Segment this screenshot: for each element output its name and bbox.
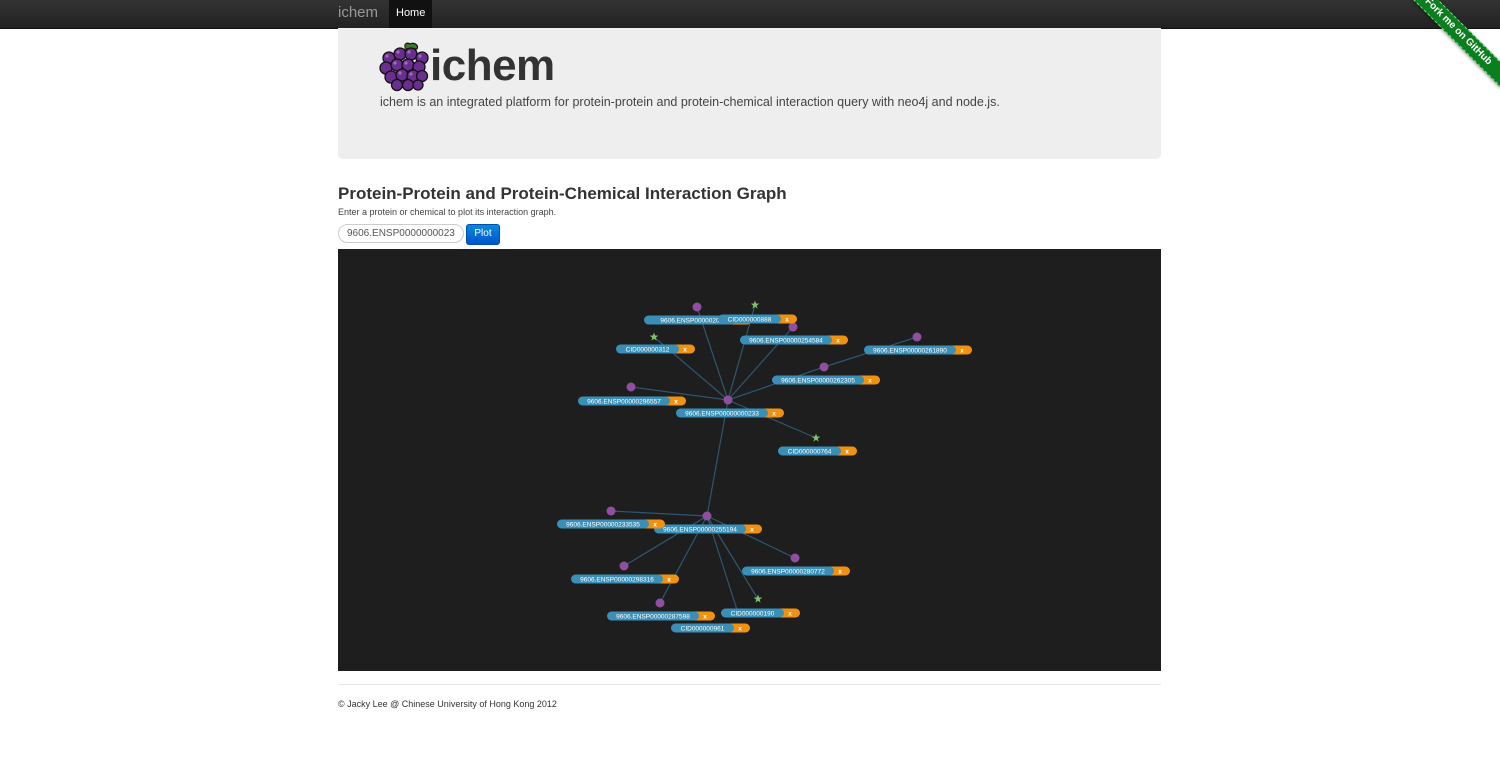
- github-ribbon-wrapper: Fork me on GitHub: [1400, 0, 1500, 100]
- protein-node[interactable]: [702, 511, 712, 521]
- node-label-text: 9606.ENSP00000280772: [751, 568, 825, 575]
- remove-node-button[interactable]: x: [772, 410, 776, 417]
- node-label-text: 9606.ENSP00000262305: [781, 377, 855, 384]
- node-label-text: 9606.ENSP0000020: [660, 317, 720, 324]
- remove-node-button[interactable]: x: [785, 316, 789, 323]
- hero-title: ichem: [430, 41, 555, 90]
- nav-home[interactable]: Home: [389, 0, 433, 28]
- remove-node-button[interactable]: x: [788, 610, 792, 617]
- grapes-logo-icon: [379, 42, 429, 92]
- node-label[interactable]: CID000000190 x: [721, 608, 800, 618]
- node-label-text: 9606.ENSP00000296557: [587, 398, 661, 405]
- node-label[interactable]: CID000000888 x: [718, 314, 797, 324]
- graph-edge: [727, 399, 817, 439]
- node-label-text: CID000000764: [788, 448, 832, 455]
- node-label[interactable]: 9606.ENSP00000298316 x: [571, 574, 679, 584]
- protein-node[interactable]: [723, 395, 733, 405]
- fork-me-ribbon[interactable]: Fork me on GitHub: [1402, 0, 1500, 88]
- protein-node[interactable]: [619, 561, 629, 571]
- node-label[interactable]: CID000000312 x: [616, 344, 695, 354]
- remove-node-button[interactable]: x: [868, 377, 872, 384]
- chemical-star-icon[interactable]: [811, 433, 821, 442]
- node-label[interactable]: CID000000961 x: [671, 623, 750, 633]
- node-label[interactable]: 9606.ENSP00000262305 x: [772, 375, 880, 385]
- protein-node[interactable]: [606, 506, 616, 516]
- node-label-text: 9606.ENSP00000298316: [580, 576, 654, 583]
- hero-description: ichem is an integrated platform for prot…: [380, 95, 1000, 109]
- footer-text: © Jacky Lee @ Chinese University of Hong…: [338, 699, 557, 709]
- node-label-text: CID000000888: [728, 316, 772, 323]
- plot-button[interactable]: Plot: [466, 224, 500, 245]
- node-label-text: 9606.ENSP00000254584: [749, 337, 823, 344]
- search-input[interactable]: [338, 224, 464, 243]
- chemical-star-icon[interactable]: [753, 594, 763, 603]
- remove-node-button[interactable]: x: [674, 398, 678, 405]
- node-label[interactable]: CID000000764 x: [778, 446, 857, 456]
- remove-node-button[interactable]: x: [738, 625, 742, 632]
- protein-node[interactable]: [912, 332, 922, 342]
- remove-node-button[interactable]: x: [653, 521, 657, 528]
- chemical-star-icon[interactable]: [750, 300, 760, 309]
- node-label-text: CID000000961: [681, 625, 725, 632]
- node-label[interactable]: 9606.ENSP00000287598 x: [607, 611, 715, 621]
- node-label-text: 9606.ENSP00000000233: [685, 410, 759, 417]
- remove-node-button[interactable]: x: [845, 448, 849, 455]
- node-label[interactable]: 9606.ENSP00000296557 x: [578, 396, 686, 406]
- remove-node-button[interactable]: x: [667, 576, 671, 583]
- node-label-text: 9606.ENSP00000233535: [566, 521, 640, 528]
- node-label[interactable]: 9606.ENSP00000261890 x: [864, 345, 972, 355]
- remove-node-button[interactable]: x: [960, 347, 964, 354]
- node-label-text: 9606.ENSP00000261890: [873, 347, 947, 354]
- brand-link[interactable]: ichem: [338, 4, 378, 21]
- node-label-text: 9606.ENSP00000255194: [663, 526, 737, 533]
- protein-node[interactable]: [790, 553, 800, 563]
- protein-node[interactable]: [655, 598, 665, 608]
- remove-node-button[interactable]: x: [750, 526, 754, 533]
- page-subtitle: Enter a protein or chemical to plot its …: [338, 207, 557, 217]
- protein-node[interactable]: [788, 322, 798, 332]
- protein-node[interactable]: [626, 382, 636, 392]
- footer-divider: [338, 684, 1161, 685]
- node-label[interactable]: 9606.ENSP00000233535 x: [557, 519, 665, 529]
- remove-node-button[interactable]: x: [683, 346, 687, 353]
- graph-edge: [610, 510, 708, 517]
- node-label-text: 9606.ENSP00000287598: [616, 613, 690, 620]
- node-label[interactable]: 9606.ENSP00000280772 x: [742, 566, 850, 576]
- node-label[interactable]: 9606.ENSP00000000233 x: [676, 408, 784, 418]
- node-label[interactable]: 9606.ENSP00000254584 x: [740, 335, 848, 345]
- graph-svg: 9606.ENSP00000000233x9606.ENSP0000020xCI…: [557, 300, 972, 633]
- remove-node-button[interactable]: x: [836, 337, 840, 344]
- navbar: ichem Home: [0, 0, 1500, 29]
- interaction-graph[interactable]: 9606.ENSP00000000233x9606.ENSP0000020xCI…: [338, 249, 1161, 671]
- remove-node-button[interactable]: x: [838, 568, 842, 575]
- remove-node-button[interactable]: x: [703, 613, 707, 620]
- node-label-text: CID000000312: [626, 346, 670, 353]
- page-title: Protein-Protein and Protein-Chemical Int…: [338, 184, 787, 203]
- node-label[interactable]: 9606.ENSP00000255194 x: [654, 524, 762, 534]
- node-label-text: CID000000190: [731, 610, 775, 617]
- hero-unit: ichem ichem is an integrated platform fo…: [338, 28, 1161, 159]
- protein-node[interactable]: [692, 302, 702, 312]
- protein-node[interactable]: [819, 362, 829, 372]
